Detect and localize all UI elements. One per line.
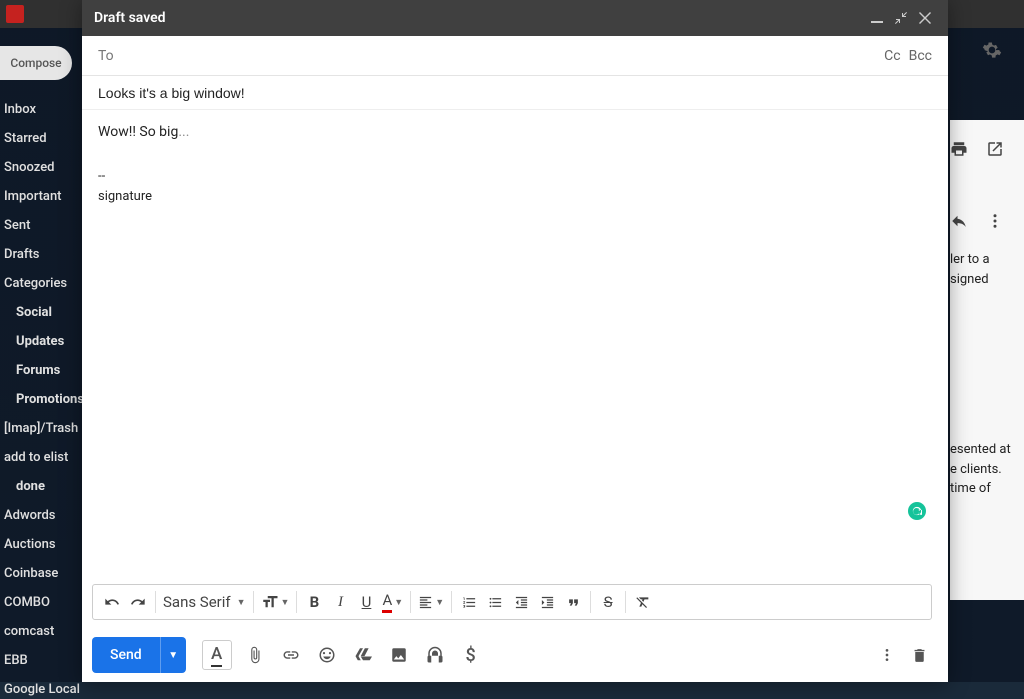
font-size-dropdown[interactable]: ▼: [258, 589, 293, 615]
sidebar-item[interactable]: Starred: [4, 129, 84, 148]
to-input[interactable]: [122, 48, 884, 64]
body-text-trail: ...: [178, 124, 189, 140]
confidential-mode-icon[interactable]: [422, 642, 448, 668]
send-button[interactable]: Send: [92, 637, 160, 673]
sidebar-item[interactable]: Google Local: [4, 680, 84, 699]
sidebar-item[interactable]: Adwords: [4, 506, 84, 525]
reply-icon[interactable]: [950, 212, 968, 230]
shrink-icon[interactable]: [890, 7, 912, 29]
font-family-dropdown[interactable]: Sans Serif▼: [160, 589, 249, 615]
body-text-lead: Wow!! So big: [98, 124, 178, 140]
sidebar-item[interactable]: Promotions: [4, 390, 84, 409]
send-row: Send ▼ A $: [82, 628, 948, 682]
sidebar-nav: Inbox Starred Snoozed Important Sent Drafts Ca…: [4, 100, 84, 699]
undo-button[interactable]: [99, 589, 125, 615]
sidebar-item[interactable]: Updates: [4, 332, 84, 351]
text-format-toggle-icon[interactable]: A: [202, 640, 232, 670]
cc-link[interactable]: Cc: [884, 48, 900, 64]
remove-formatting-button[interactable]: [630, 589, 656, 615]
close-icon[interactable]: [914, 7, 936, 29]
sidebar-item[interactable]: Coinbase: [4, 564, 84, 583]
to-label: To: [98, 48, 114, 64]
compose-button-bg[interactable]: Compose: [0, 46, 72, 80]
sidebar-item[interactable]: Auctions: [4, 535, 84, 554]
grammarly-icon[interactable]: [908, 502, 926, 520]
attach-icon[interactable]: [242, 642, 268, 668]
to-row: To Cc Bcc: [82, 36, 948, 76]
sidebar-item[interactable]: Inbox: [4, 100, 84, 119]
indent-more-button[interactable]: [534, 589, 560, 615]
send-button-group: Send ▼: [92, 637, 186, 673]
quote-button[interactable]: [560, 589, 586, 615]
popout-icon[interactable]: [986, 140, 1004, 158]
text-color-dropdown[interactable]: A▼: [379, 589, 406, 615]
compose-titlebar: Draft saved: [82, 0, 948, 36]
sidebar-item[interactable]: Drafts: [4, 245, 84, 264]
discard-draft-icon[interactable]: [906, 642, 932, 668]
sidebar-item[interactable]: add to elist: [4, 448, 84, 467]
gmail-logo-square: [6, 5, 24, 23]
minimize-icon[interactable]: [866, 7, 888, 29]
numbered-list-button[interactable]: [456, 589, 482, 615]
subject-row: [82, 76, 948, 110]
underline-button[interactable]: U: [353, 589, 379, 615]
compose-window: Draft saved To Cc Bcc Wow!! So big... --…: [82, 0, 948, 682]
link-icon[interactable]: [278, 642, 304, 668]
bullet-list-button[interactable]: [482, 589, 508, 615]
reply-more-icons: [950, 212, 1004, 230]
print-popout-icons: [950, 140, 1004, 158]
sidebar-item[interactable]: Snoozed: [4, 158, 84, 177]
redo-button[interactable]: [125, 589, 151, 615]
money-icon[interactable]: $: [458, 642, 484, 668]
email-card-behind: [950, 120, 1024, 600]
send-options-dropdown[interactable]: ▼: [160, 637, 186, 673]
sidebar-item[interactable]: COMBO: [4, 593, 84, 612]
signature-divider: --: [98, 167, 932, 187]
insert-photo-icon[interactable]: [386, 642, 412, 668]
bg-email-text-1: ler to a signed: [950, 250, 1018, 289]
emoji-icon[interactable]: [314, 642, 340, 668]
body-editor[interactable]: Wow!! So big... -- signature: [82, 110, 948, 584]
bcc-link[interactable]: Bcc: [909, 48, 932, 64]
more-vert-icon[interactable]: [986, 212, 1004, 230]
bold-button[interactable]: B: [301, 589, 327, 615]
compose-tools: A $: [202, 640, 484, 670]
sidebar-item[interactable]: [Imap]/Trash: [4, 419, 84, 438]
signature-text: signature: [98, 187, 932, 207]
italic-button[interactable]: I: [327, 589, 353, 615]
indent-less-button[interactable]: [508, 589, 534, 615]
align-dropdown[interactable]: ▼: [415, 589, 447, 615]
sidebar-item[interactable]: Forums: [4, 361, 84, 380]
more-options-icon[interactable]: [874, 642, 900, 668]
bg-email-text-2: esented at e clients. time of: [950, 440, 1018, 499]
drive-icon[interactable]: [350, 642, 376, 668]
gear-icon[interactable]: [982, 40, 1002, 60]
strikethrough-button[interactable]: S: [595, 589, 621, 615]
sidebar-item[interactable]: Categories: [4, 274, 84, 293]
sidebar-item[interactable]: Social: [4, 303, 84, 322]
formatting-toolbar: Sans Serif▼ ▼ B I U A▼ ▼ S: [92, 584, 932, 620]
compose-title: Draft saved: [94, 10, 864, 26]
print-icon[interactable]: [950, 140, 968, 158]
sidebar-item[interactable]: comcast: [4, 622, 84, 641]
sidebar-item[interactable]: Important: [4, 187, 84, 206]
sidebar-item[interactable]: EBB: [4, 651, 84, 670]
subject-input[interactable]: [98, 85, 932, 101]
sidebar-item[interactable]: done: [4, 477, 84, 496]
sidebar-item[interactable]: Sent: [4, 216, 84, 235]
